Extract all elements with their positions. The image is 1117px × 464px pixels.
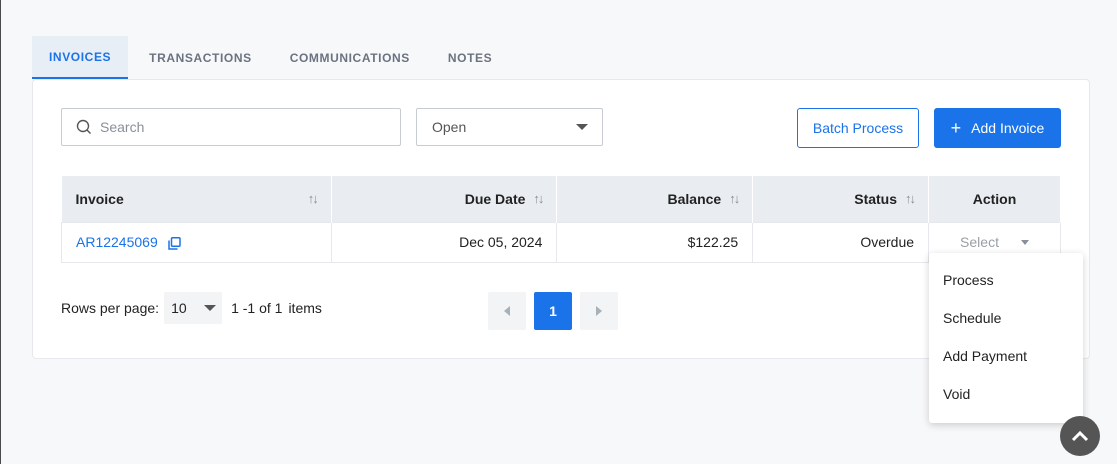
- items-label: items: [288, 300, 322, 316]
- header-action: Action: [928, 176, 1061, 222]
- sort-icon[interactable]: ↑↓: [533, 191, 544, 206]
- header-invoice[interactable]: Invoice ↑↓: [61, 176, 332, 222]
- header-balance-label: Balance: [667, 190, 722, 207]
- rows-per-page-select[interactable]: 10: [164, 292, 223, 324]
- chevron-right-icon: [596, 306, 602, 316]
- pagination: 1: [488, 292, 618, 330]
- tab-transactions[interactable]: TRANSACTIONS: [128, 36, 269, 79]
- search-box[interactable]: [61, 108, 401, 146]
- header-action-label: Action: [972, 190, 1017, 207]
- tab-invoices[interactable]: INVOICES: [32, 36, 129, 79]
- batch-process-button[interactable]: Batch Process: [797, 108, 919, 148]
- chevron-down-icon: [204, 305, 217, 311]
- action-select-label: Select: [960, 234, 999, 250]
- invoice-link[interactable]: AR12245069: [76, 234, 158, 250]
- cell-balance[interactable]: $122.25: [556, 221, 754, 263]
- next-page-button[interactable]: [580, 292, 618, 330]
- scroll-to-top-button[interactable]: [1060, 416, 1100, 456]
- plus-icon: +: [950, 118, 962, 138]
- search-icon: [76, 119, 91, 134]
- copy-icon[interactable]: [167, 236, 181, 250]
- chevron-down-icon: [1020, 239, 1029, 245]
- items-range: 1 -1 of 1: [231, 300, 283, 316]
- menu-item-process[interactable]: Process: [929, 261, 1083, 299]
- table-row: AR12245069 Dec 05, 2024 $122.25 Overdue …: [61, 221, 1061, 263]
- cell-due-date: Dec 05, 2024: [330, 221, 558, 263]
- tab-notes[interactable]: NOTES: [427, 36, 509, 79]
- rows-per-page-label: Rows per page:: [61, 300, 160, 316]
- header-due-date[interactable]: Due Date ↑↓: [331, 176, 558, 222]
- cell-status: Overdue: [752, 221, 930, 263]
- tab-communications[interactable]: COMMUNICATIONS: [269, 36, 427, 79]
- menu-item-schedule[interactable]: Schedule: [929, 299, 1083, 337]
- rows-per-page-value: 10: [171, 300, 187, 316]
- add-invoice-label: Add Invoice: [971, 120, 1045, 136]
- sort-icon[interactable]: ↑↓: [905, 191, 916, 206]
- menu-item-add-payment[interactable]: Add Payment: [929, 337, 1083, 375]
- table-footer: Rows per page: 10 1 -1 of 1 items: [61, 292, 322, 324]
- header-due-date-label: Due Date: [464, 190, 526, 207]
- page-button-current[interactable]: 1: [534, 292, 572, 330]
- status-filter-value: Open: [432, 119, 467, 135]
- sort-icon[interactable]: ↑↓: [308, 191, 319, 206]
- sort-icon[interactable]: ↑↓: [729, 191, 740, 206]
- menu-item-void[interactable]: Void: [929, 375, 1083, 413]
- status-filter-select[interactable]: Open: [416, 108, 603, 146]
- invoices-table: Invoice ↑↓ Due Date ↑↓ Balance ↑↓ Status…: [61, 176, 1061, 263]
- cell-invoice: AR12245069: [61, 221, 332, 263]
- header-status-label: Status: [854, 190, 898, 207]
- chevron-up-icon: [1071, 430, 1089, 442]
- add-invoice-button[interactable]: + Add Invoice: [934, 108, 1061, 148]
- action-menu: Process Schedule Add Payment Void: [929, 253, 1083, 423]
- header-balance[interactable]: Balance ↑↓: [556, 176, 754, 222]
- search-input[interactable]: [100, 119, 380, 135]
- tab-bar: INVOICES TRANSACTIONS COMMUNICATIONS NOT…: [32, 36, 509, 79]
- chevron-left-icon: [504, 306, 510, 316]
- chevron-down-icon: [576, 124, 588, 130]
- header-invoice-label: Invoice: [75, 190, 124, 207]
- prev-page-button[interactable]: [488, 292, 526, 330]
- header-status[interactable]: Status ↑↓: [752, 176, 930, 222]
